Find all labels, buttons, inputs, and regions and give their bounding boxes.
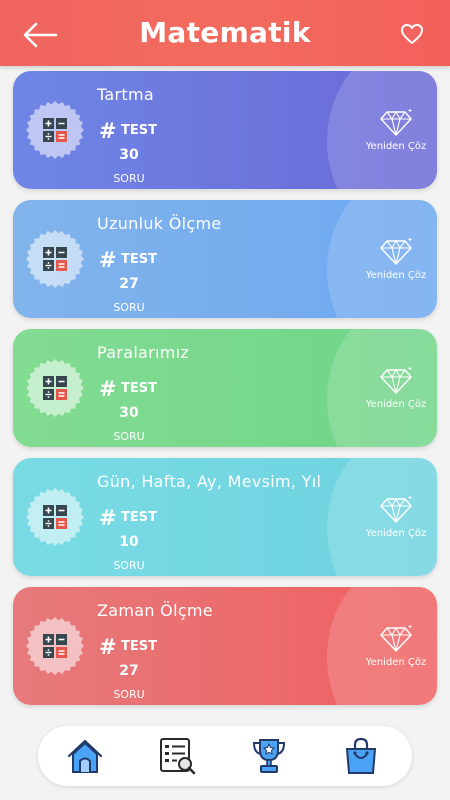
question-count: 27 xyxy=(119,663,139,679)
test-label: TEST xyxy=(121,381,157,396)
question-count: 30 xyxy=(119,147,139,163)
nav-home[interactable] xyxy=(65,736,105,776)
hash-icon: # xyxy=(99,119,117,143)
retry-label: Yeniden Çöz xyxy=(365,141,427,152)
calculator-badge-icon xyxy=(26,617,84,675)
retry-label: Yeniden Çöz xyxy=(365,399,427,410)
test-card[interactable]: Paralarımız # TEST 30 SORU Yeniden Çöz xyxy=(13,329,437,447)
favorite-button[interactable] xyxy=(400,23,424,45)
heart-icon xyxy=(401,24,423,44)
test-label: TEST xyxy=(121,252,157,267)
hash-icon: # xyxy=(99,506,117,530)
test-label: TEST xyxy=(121,123,157,138)
header-bar: Matematik xyxy=(0,0,450,66)
retry-label: Yeniden Çöz xyxy=(365,270,427,281)
question-unit: SORU xyxy=(113,301,145,314)
calculator-badge-icon xyxy=(26,359,84,417)
calculator-badge-icon xyxy=(26,488,84,546)
page-title: Matematik xyxy=(139,16,311,49)
test-card[interactable]: Uzunluk Ölçme # TEST 27 SORU Yeniden Çöz xyxy=(13,200,437,318)
card-title: Paralarımız xyxy=(97,343,190,362)
diamond-icon xyxy=(380,625,412,652)
retry-button[interactable]: Yeniden Çöz xyxy=(357,236,435,296)
test-label: TEST xyxy=(121,510,157,525)
diamond-icon xyxy=(380,367,412,394)
hash-icon: # xyxy=(99,635,117,659)
question-unit: SORU xyxy=(113,559,145,572)
diamond-icon xyxy=(380,496,412,523)
nav-tests[interactable] xyxy=(157,736,197,776)
retry-button[interactable]: Yeniden Çöz xyxy=(357,623,435,683)
test-card[interactable]: Zaman Ölçme # TEST 27 SORU Yeniden Çöz xyxy=(13,587,437,705)
diamond-icon xyxy=(380,109,412,136)
question-unit: SORU xyxy=(113,430,145,443)
question-count: 10 xyxy=(119,534,139,550)
bottom-navigation xyxy=(38,726,412,786)
card-title: Gün, Hafta, Ay, Mevsim, Yıl xyxy=(97,472,322,491)
retry-button[interactable]: Yeniden Çöz xyxy=(357,494,435,554)
trophy-icon xyxy=(252,739,286,773)
hash-icon: # xyxy=(99,248,117,272)
card-title: Tartma xyxy=(97,85,154,104)
card-title: Zaman Ölçme xyxy=(97,601,213,620)
question-count: 30 xyxy=(119,405,139,421)
test-label: TEST xyxy=(121,639,157,654)
shopping-bag-icon xyxy=(345,737,377,774)
arrow-left-icon xyxy=(23,22,58,48)
app-screen: Matematik Tartma # TEST 30 SORU Yeniden Çöz Uz… xyxy=(0,0,450,800)
calculator-badge-icon xyxy=(26,101,84,159)
nav-leaderboard[interactable] xyxy=(249,736,289,776)
retry-button[interactable]: Yeniden Çöz xyxy=(357,107,435,167)
home-icon xyxy=(67,739,103,773)
calculator-badge-icon xyxy=(26,230,84,288)
retry-button[interactable]: Yeniden Çöz xyxy=(357,365,435,425)
nav-shop[interactable] xyxy=(341,736,381,776)
card-title: Uzunluk Ölçme xyxy=(97,214,222,233)
retry-label: Yeniden Çöz xyxy=(365,528,427,539)
diamond-icon xyxy=(380,238,412,265)
question-count: 27 xyxy=(119,276,139,292)
test-list-search-icon xyxy=(160,738,196,775)
retry-label: Yeniden Çöz xyxy=(365,657,427,668)
test-card[interactable]: Tartma # TEST 30 SORU Yeniden Çöz xyxy=(13,71,437,189)
hash-icon: # xyxy=(99,377,117,401)
question-unit: SORU xyxy=(113,172,145,185)
test-card[interactable]: Gün, Hafta, Ay, Mevsim, Yıl # TEST 10 SORU Ye… xyxy=(13,458,437,576)
back-button[interactable] xyxy=(20,18,60,52)
question-unit: SORU xyxy=(113,688,145,701)
